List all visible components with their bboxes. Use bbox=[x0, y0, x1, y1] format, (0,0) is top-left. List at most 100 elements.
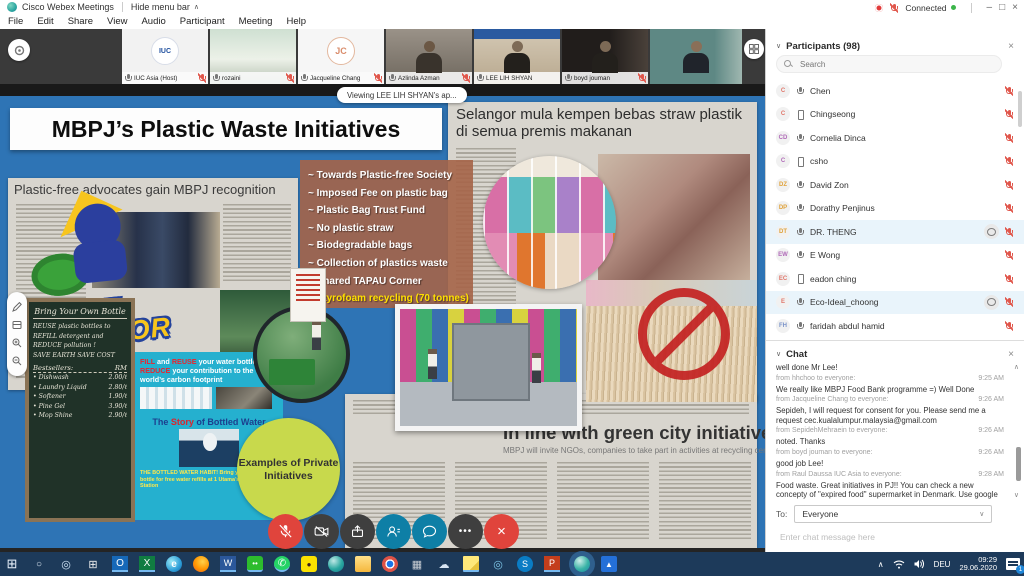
excel-icon[interactable]: X bbox=[139, 556, 155, 572]
participants-button[interactable] bbox=[376, 514, 411, 549]
muted-mic-icon[interactable] bbox=[1005, 250, 1013, 260]
menu-file[interactable]: File bbox=[8, 16, 23, 27]
video-thumbnail[interactable]: IUC IUC Asia (Host) bbox=[122, 29, 208, 84]
menu-meeting[interactable]: Meeting bbox=[239, 16, 273, 27]
grid-view-button[interactable] bbox=[744, 39, 764, 59]
onedrive-icon[interactable]: ☁ bbox=[436, 556, 452, 572]
photos-blue-icon[interactable]: ▲ bbox=[601, 556, 617, 572]
menu-audio[interactable]: Audio bbox=[141, 16, 165, 27]
photos-app-icon[interactable]: ▦ bbox=[409, 556, 425, 572]
tray-chevron-icon[interactable]: ∧ bbox=[878, 560, 884, 569]
whatsapp-icon[interactable]: ✆ bbox=[274, 556, 290, 572]
participant-row[interactable]: DT DR. THENG bbox=[766, 220, 1024, 244]
webex-meetings-active-icon[interactable] bbox=[574, 556, 590, 572]
video-thumbnail[interactable]: boyd jouman bbox=[562, 29, 648, 84]
chat-to-select[interactable]: Everyone ∨ bbox=[794, 505, 992, 523]
start-video-button[interactable] bbox=[304, 514, 339, 549]
action-center-icon[interactable]: 1 bbox=[1006, 558, 1020, 570]
participant-row[interactable]: EC eadon ching bbox=[766, 267, 1024, 291]
zoom-out-icon[interactable] bbox=[12, 356, 22, 366]
chevron-up-icon[interactable]: ∧ bbox=[194, 3, 199, 11]
participant-row[interactable]: C Chen bbox=[766, 79, 1024, 103]
participant-search[interactable] bbox=[776, 55, 1002, 73]
muted-mic-icon[interactable] bbox=[1005, 86, 1013, 96]
cortana-icon[interactable]: ◎ bbox=[58, 556, 74, 572]
participant-row[interactable]: CD Cornelia Dinca bbox=[766, 126, 1024, 150]
chat-message-input[interactable] bbox=[778, 531, 1002, 543]
muted-mic-icon[interactable] bbox=[1005, 156, 1013, 166]
sticky-notes-icon[interactable] bbox=[463, 556, 479, 572]
outlook-icon[interactable]: O bbox=[112, 556, 128, 572]
video-thumbnail[interactable] bbox=[650, 29, 742, 84]
annotate-pen-icon[interactable] bbox=[12, 302, 22, 312]
firefox-icon[interactable] bbox=[193, 556, 209, 572]
hide-menu-bar-button[interactable]: Hide menu bar bbox=[131, 2, 190, 12]
maximize-button[interactable]: □ bbox=[999, 3, 1005, 13]
chat-indicator-icon[interactable] bbox=[984, 295, 999, 310]
close-button[interactable]: × bbox=[1012, 3, 1018, 13]
chat-scrollbar[interactable] bbox=[1016, 447, 1021, 481]
close-participants-icon[interactable]: × bbox=[1008, 41, 1014, 52]
powerpoint-icon[interactable]: P bbox=[544, 556, 560, 572]
video-thumbnail[interactable]: JC Jacqueline Chang bbox=[298, 29, 384, 84]
unmute-button[interactable] bbox=[268, 514, 303, 549]
word-icon[interactable]: W bbox=[220, 556, 236, 572]
chat-button[interactable] bbox=[412, 514, 447, 549]
leave-meeting-button[interactable]: × bbox=[484, 514, 519, 549]
wechat-icon[interactable]: •• bbox=[247, 556, 263, 572]
more-options-button[interactable]: ••• bbox=[448, 514, 483, 549]
share-content-button[interactable] bbox=[340, 514, 375, 549]
audio-options-button[interactable] bbox=[8, 39, 30, 61]
ms-store-icon[interactable]: ⊞ bbox=[85, 556, 101, 572]
video-thumbnail[interactable]: rozaini bbox=[210, 29, 296, 84]
chevron-down-icon[interactable]: ∨ bbox=[776, 42, 781, 50]
menu-help[interactable]: Help bbox=[286, 16, 306, 27]
muted-mic-icon[interactable] bbox=[1005, 321, 1013, 331]
participant-row[interactable]: DZ David Zon bbox=[766, 173, 1024, 197]
speaker-icon[interactable] bbox=[914, 559, 925, 569]
skype-business-icon[interactable]: S bbox=[517, 556, 533, 572]
chat-indicator-icon[interactable] bbox=[984, 224, 999, 239]
eraser-icon[interactable] bbox=[12, 320, 22, 330]
participant-row[interactable]: FH faridah abdul hamid bbox=[766, 314, 1024, 338]
muted-mic-icon[interactable] bbox=[1005, 274, 1013, 284]
browser-globe-icon[interactable]: ◎ bbox=[490, 556, 506, 572]
search-input[interactable] bbox=[798, 59, 994, 70]
chat-scroll-down-icon[interactable]: ∨ bbox=[1014, 491, 1019, 499]
zoom-in-icon[interactable] bbox=[12, 338, 22, 348]
participant-name: DR. THENG bbox=[810, 227, 978, 237]
video-thumbnail[interactable]: Azlinda Azman bbox=[386, 29, 472, 84]
minimize-button[interactable]: – bbox=[987, 3, 993, 13]
app-title: Cisco Webex Meetings bbox=[22, 2, 114, 12]
participant-row[interactable]: DP Dorathy Penjinus bbox=[766, 197, 1024, 221]
wifi-icon[interactable] bbox=[893, 559, 905, 569]
menu-participant[interactable]: Participant bbox=[180, 16, 225, 27]
muted-mic-icon[interactable] bbox=[1005, 180, 1013, 190]
muted-mic-icon[interactable] bbox=[1005, 203, 1013, 213]
kakaotalk-icon[interactable]: ● bbox=[301, 556, 317, 572]
menu-view[interactable]: View bbox=[107, 16, 127, 27]
start-button[interactable]: ⊞ bbox=[4, 556, 20, 572]
muted-mic-icon[interactable] bbox=[1005, 109, 1013, 119]
language-indicator[interactable]: DEU bbox=[934, 560, 951, 569]
participant-row[interactable]: C csho bbox=[766, 150, 1024, 174]
participant-row[interactable]: C Chingseong bbox=[766, 103, 1024, 127]
close-chat-icon[interactable]: × bbox=[1008, 349, 1014, 360]
search-icon[interactable]: ○ bbox=[31, 556, 47, 572]
muted-mic-icon[interactable] bbox=[1005, 133, 1013, 143]
menu-edit[interactable]: Edit bbox=[37, 16, 53, 27]
chat-scroll-up-icon[interactable]: ∧ bbox=[1014, 363, 1019, 371]
video-thumbnail-presenter[interactable]: LEE LIH SHYAN bbox=[474, 29, 560, 84]
participant-row[interactable]: E Eco-Ideal_choong bbox=[766, 291, 1024, 315]
clock[interactable]: 09:29 29.06.2020 bbox=[959, 556, 997, 573]
muted-mic-icon[interactable] bbox=[1005, 297, 1013, 307]
edge-icon[interactable]: e bbox=[166, 556, 182, 572]
menu-share[interactable]: Share bbox=[68, 16, 93, 27]
participants-scrollbar[interactable] bbox=[1018, 91, 1022, 127]
chevron-down-icon[interactable]: ∨ bbox=[776, 350, 781, 358]
file-explorer-icon[interactable] bbox=[355, 556, 371, 572]
participant-row[interactable]: EW E Wong bbox=[766, 244, 1024, 268]
muted-mic-icon[interactable] bbox=[1005, 227, 1013, 237]
webex-app-icon[interactable] bbox=[328, 556, 344, 572]
chrome-icon[interactable] bbox=[382, 556, 398, 572]
